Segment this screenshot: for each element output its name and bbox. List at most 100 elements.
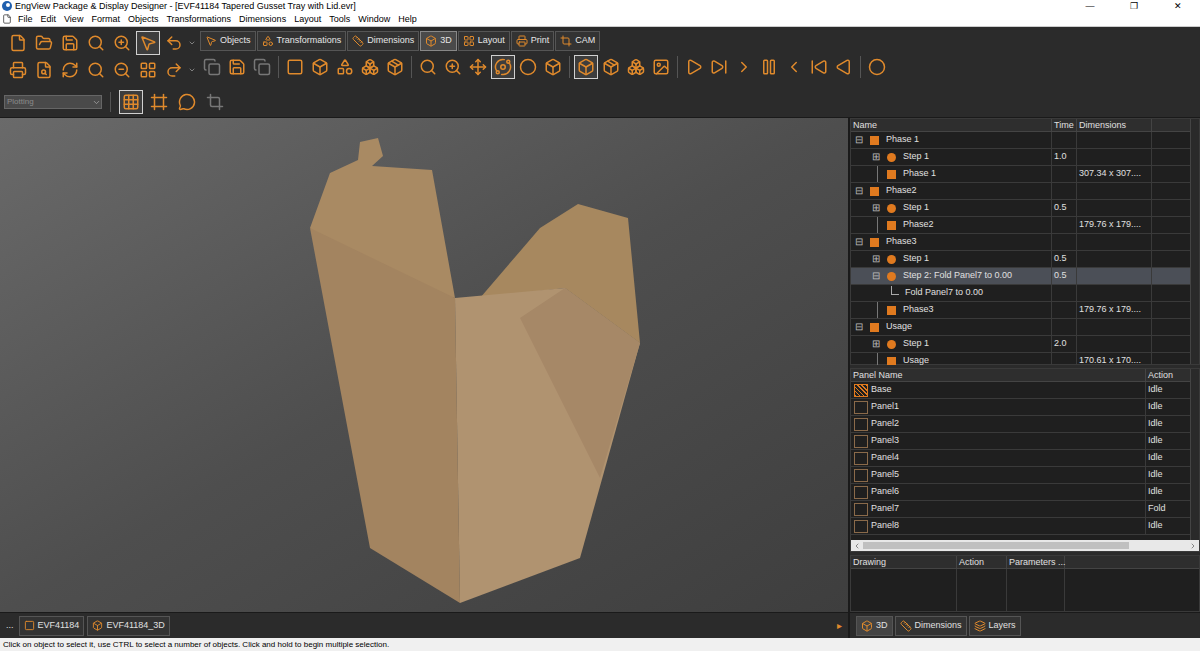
panel-row[interactable]: Panel7Fold (851, 501, 1190, 518)
toolbar-button[interactable] (649, 55, 673, 79)
tree-row[interactable]: Fold Panel7 to 0.00 (851, 285, 1190, 302)
column-header[interactable]: Time (1052, 119, 1077, 131)
tree-scrollbar[interactable] (1190, 119, 1199, 364)
toolbar-button[interactable] (599, 55, 623, 79)
menu-item[interactable]: File (14, 15, 37, 24)
expand-toggle[interactable]: ⊞ (872, 339, 883, 349)
toolbar-button[interactable] (707, 55, 731, 79)
scroll-right-icon[interactable] (1189, 542, 1197, 550)
tabs-scroll-button[interactable]: ▸ (837, 618, 844, 633)
toolbar-button[interactable] (6, 31, 30, 55)
menu-item[interactable]: Edit (37, 15, 61, 24)
tree-row[interactable]: Phase3179.76 x 179.... (851, 302, 1190, 319)
column-header[interactable]: Panel Name (851, 369, 1146, 381)
tree-row[interactable]: Phase2179.76 x 179.... (851, 217, 1190, 234)
toolbar-button[interactable] (58, 58, 82, 82)
tree-row[interactable]: ⊞Step 10.5 (851, 200, 1190, 217)
toolbar-button[interactable] (466, 55, 490, 79)
column-header[interactable]: Action (1146, 369, 1190, 381)
toolbar-button[interactable] (782, 55, 806, 79)
expand-toggle[interactable]: ⊞ (872, 254, 883, 264)
panel-row[interactable]: Panel5Idle (851, 467, 1190, 484)
column-header[interactable]: Dimensions (1077, 119, 1152, 131)
toolbar-button[interactable] (283, 55, 307, 79)
menu-item[interactable]: View (60, 15, 87, 24)
panel-row[interactable]: Panel4Idle (851, 450, 1190, 467)
column-header[interactable]: Drawing (851, 556, 957, 568)
expand-toggle[interactable]: ⊞ (872, 203, 883, 213)
toolbar-button[interactable] (333, 55, 357, 79)
horizontal-scrollbar[interactable] (851, 540, 1199, 551)
toolbar-button[interactable] (32, 31, 56, 55)
tree-row[interactable]: Phase 1307.34 x 307.... (851, 166, 1190, 183)
canvas-3d[interactable] (0, 118, 848, 612)
toolbar-button[interactable] (6, 58, 30, 82)
panel-tab[interactable]: Layers (969, 616, 1021, 636)
toolbar-button[interactable] (200, 55, 224, 79)
toolbar-button[interactable] (119, 90, 143, 114)
undo-dropdown-icon[interactable] (188, 39, 196, 47)
toolbar-button[interactable] (757, 55, 781, 79)
toolbar-button[interactable] (58, 31, 82, 55)
toolbar-button[interactable] (136, 31, 160, 55)
tree-row[interactable]: ⊟Step 2: Fold Panel7 to 0.000.5 (851, 268, 1190, 285)
ribbon-tab[interactable]: CAM (555, 31, 600, 51)
toolbar-button[interactable] (732, 55, 756, 79)
redo-dropdown-icon[interactable] (188, 66, 196, 74)
panel-row[interactable]: Panel1Idle (851, 399, 1190, 416)
toolbar-button[interactable] (84, 31, 108, 55)
tree-row[interactable]: ⊞Step 12.0 (851, 336, 1190, 353)
toolbar-button[interactable] (84, 58, 108, 82)
column-header[interactable]: Name (851, 119, 1052, 131)
toolbar-button[interactable] (832, 55, 856, 79)
document-menu-icon[interactable] (2, 14, 12, 24)
menu-item[interactable]: Objects (124, 15, 163, 24)
toolbar-button[interactable] (416, 55, 440, 79)
panel-row[interactable]: BaseIdle (851, 382, 1190, 399)
panel-row[interactable]: Panel3Idle (851, 433, 1190, 450)
toolbar-button[interactable] (308, 55, 332, 79)
panel-tab[interactable]: Dimensions (895, 616, 967, 636)
tree-row[interactable]: ⊞Step 11.0 (851, 149, 1190, 166)
panel-row[interactable]: Panel6Idle (851, 484, 1190, 501)
column-header[interactable]: Action (957, 556, 1007, 568)
toolbar-button[interactable] (516, 55, 540, 79)
toolbar-button[interactable] (358, 55, 382, 79)
menu-item[interactable]: Format (87, 15, 124, 24)
toolbar-button[interactable] (574, 55, 598, 79)
menu-item[interactable]: Window (354, 15, 394, 24)
expand-toggle[interactable]: ⊟ (855, 237, 866, 247)
document-tab[interactable]: EVF41184 (19, 616, 85, 636)
ribbon-tab[interactable]: 3D (420, 31, 457, 51)
toolbar-button[interactable] (175, 90, 199, 114)
window-control[interactable]: ❐ (1112, 2, 1156, 11)
tree-row[interactable]: ⊟Phase 1 (851, 132, 1190, 149)
ribbon-tab[interactable]: Transformations (257, 31, 347, 51)
toolbar-button[interactable] (807, 55, 831, 79)
ribbon-tab[interactable]: Print (511, 31, 555, 51)
plotting-dropdown[interactable]: Plotting (4, 95, 102, 109)
tree-row[interactable]: ⊟Usage (851, 319, 1190, 336)
panel-tab[interactable]: 3D (856, 616, 893, 636)
panel-scrollbar[interactable] (1190, 369, 1199, 540)
toolbar-button[interactable] (162, 31, 186, 55)
toolbar-button[interactable] (624, 55, 648, 79)
toolbar-button[interactable] (225, 55, 249, 79)
expand-toggle[interactable]: ⊟ (855, 135, 866, 145)
window-control[interactable]: ✕ (1156, 2, 1200, 11)
ribbon-tab[interactable]: Layout (458, 31, 510, 51)
toolbar-button[interactable] (682, 55, 706, 79)
menu-item[interactable]: Tools (325, 15, 354, 24)
menu-item[interactable]: Transformations (162, 15, 235, 24)
tree-row[interactable]: ⊞Step 10.5 (851, 251, 1190, 268)
toolbar-button[interactable] (383, 55, 407, 79)
panel-row[interactable]: Panel2Idle (851, 416, 1190, 433)
menu-item[interactable]: Layout (290, 15, 325, 24)
toolbar-button[interactable] (162, 58, 186, 82)
toolbar-button[interactable] (250, 55, 274, 79)
toolbar-button[interactable] (32, 58, 56, 82)
menu-item[interactable]: Help (394, 15, 421, 24)
ribbon-tab[interactable]: Dimensions (347, 31, 419, 51)
toolbar-button[interactable] (110, 58, 134, 82)
tree-row[interactable]: ⊟Phase3 (851, 234, 1190, 251)
